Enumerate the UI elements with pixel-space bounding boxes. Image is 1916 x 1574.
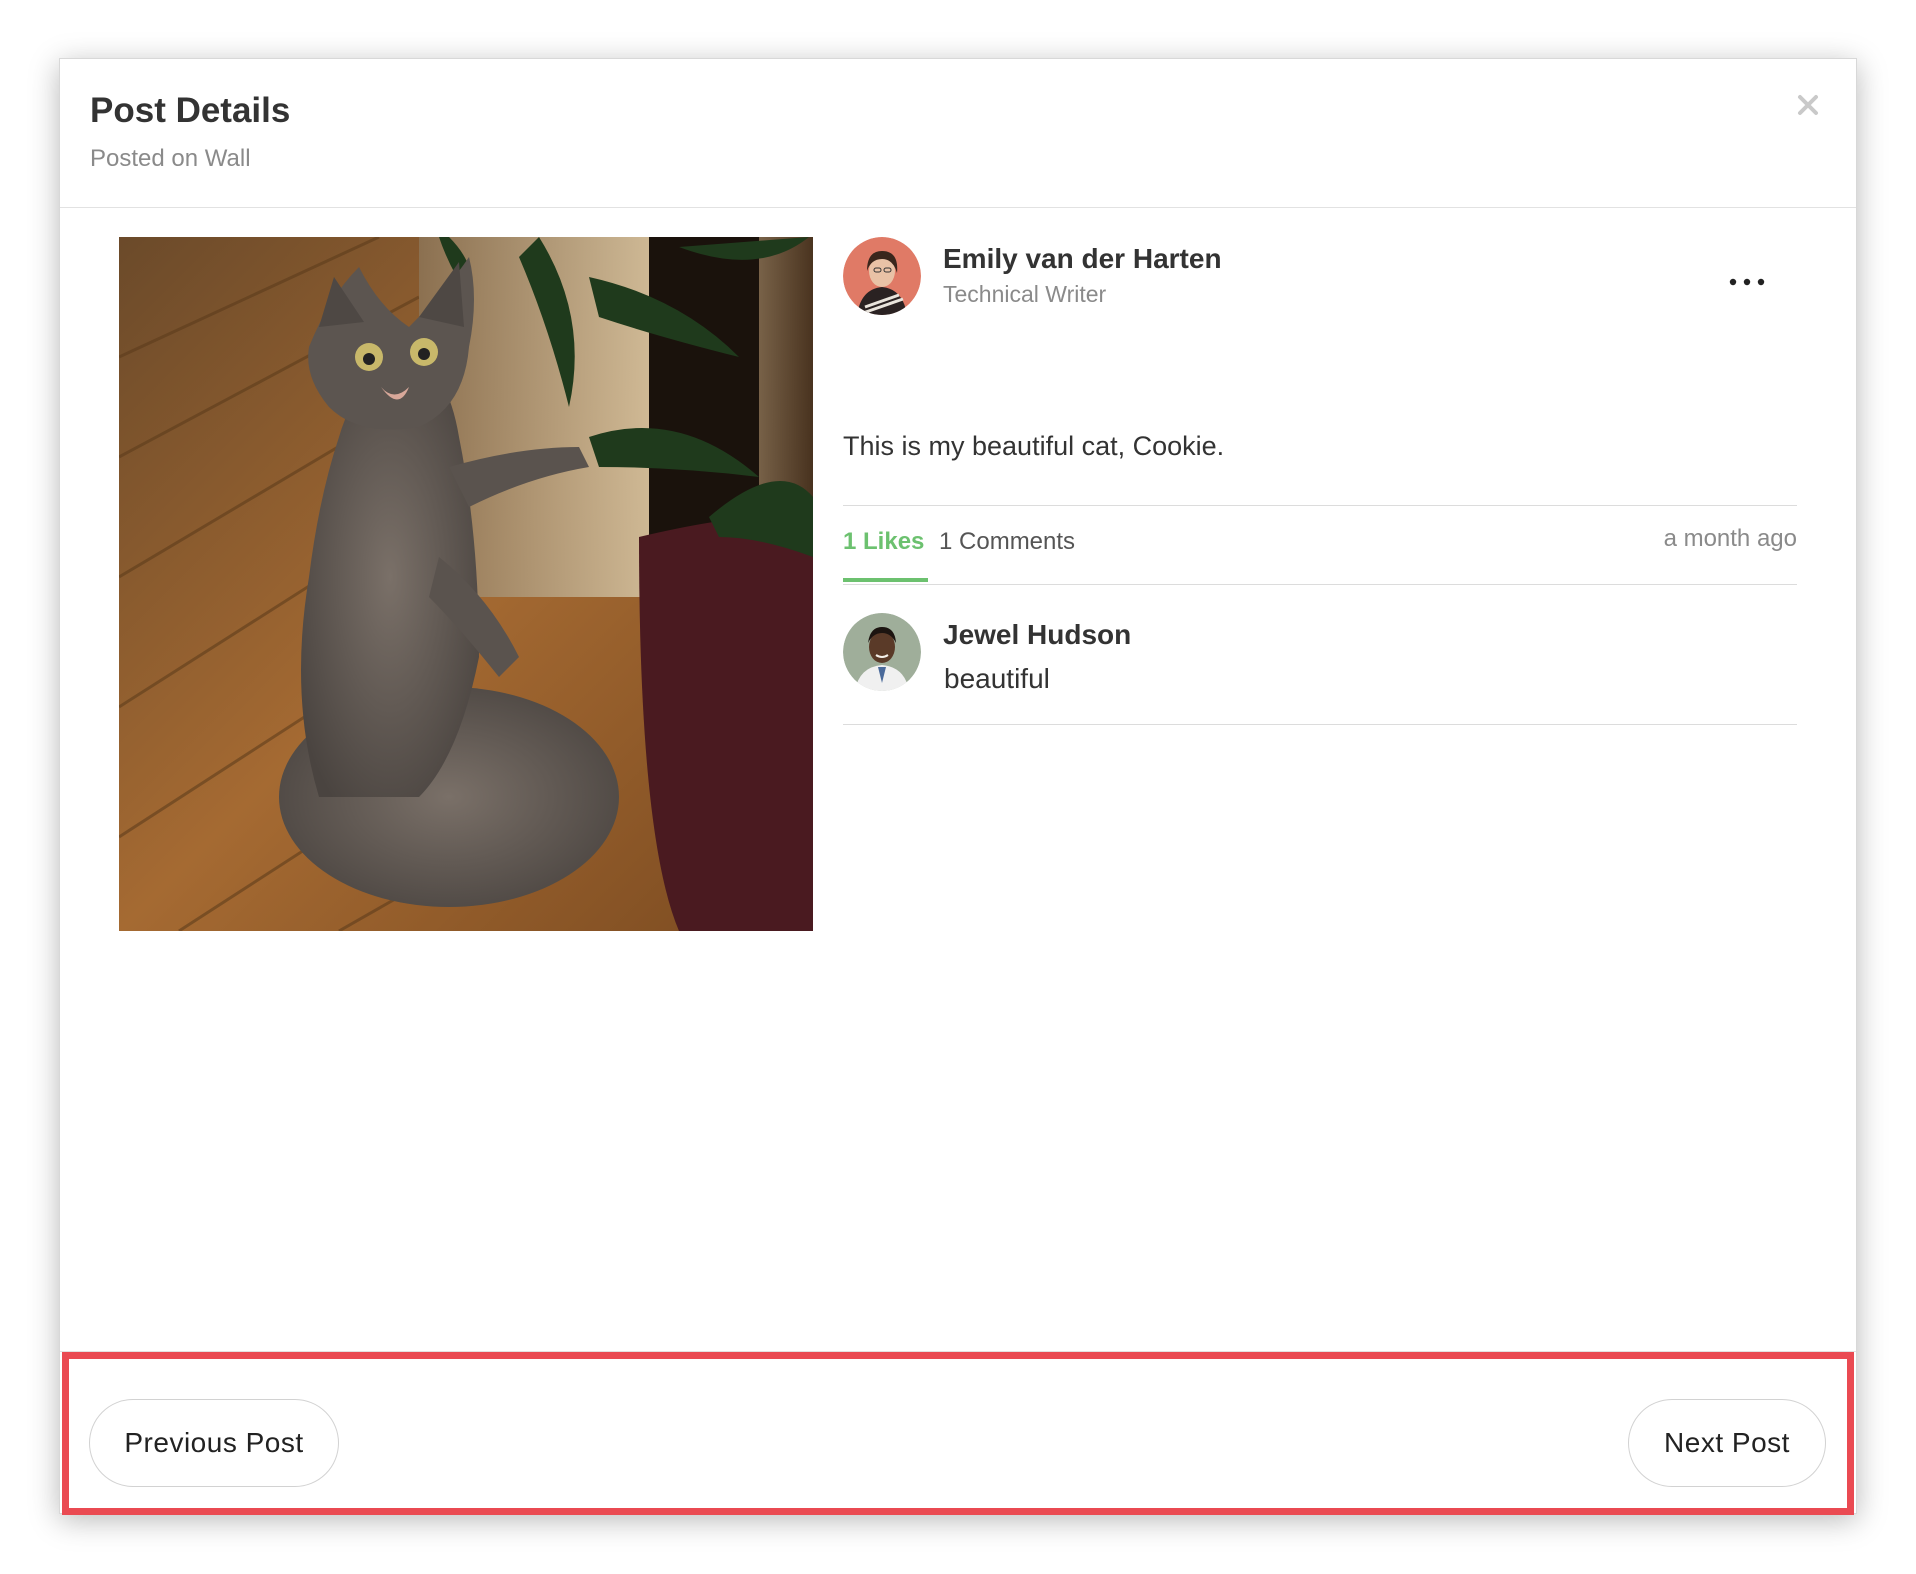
comment-author[interactable]: Jewel Hudson: [943, 619, 1131, 651]
modal-title: Post Details: [90, 91, 291, 130]
more-horizontal-icon: [1729, 278, 1765, 286]
commenter-avatar[interactable]: [843, 613, 921, 691]
comments-tab[interactable]: 1 Comments: [939, 506, 1075, 578]
modal-header: Post Details Posted on Wall: [60, 59, 1856, 208]
modal-subtitle: Posted on Wall: [90, 145, 251, 172]
previous-post-button[interactable]: Previous Post: [89, 1399, 339, 1487]
user-avatar-emily: [843, 237, 921, 315]
close-button[interactable]: [1790, 87, 1826, 123]
post-author-role: Technical Writer: [943, 281, 1107, 307]
post-image[interactable]: [119, 237, 813, 931]
likes-tab[interactable]: 1 Likes: [843, 506, 929, 582]
post-author-name[interactable]: Emily van der Harten: [943, 243, 1222, 275]
post-text: This is my beautiful cat, Cookie.: [843, 431, 1225, 461]
comment-item: Jewel Hudson beautiful: [843, 583, 1797, 725]
author-avatar[interactable]: [843, 237, 921, 315]
next-post-button[interactable]: Next Post: [1628, 1399, 1826, 1487]
post-stats-bar: 1 Likes 1 Comments a month ago: [843, 505, 1797, 585]
close-icon: [1798, 95, 1818, 115]
user-avatar-jewel: [843, 613, 921, 691]
cat-photo: [119, 237, 813, 931]
more-options-button[interactable]: [1723, 267, 1771, 297]
comment-text: beautiful: [944, 663, 1050, 694]
post-timestamp: a month ago: [1663, 525, 1797, 552]
